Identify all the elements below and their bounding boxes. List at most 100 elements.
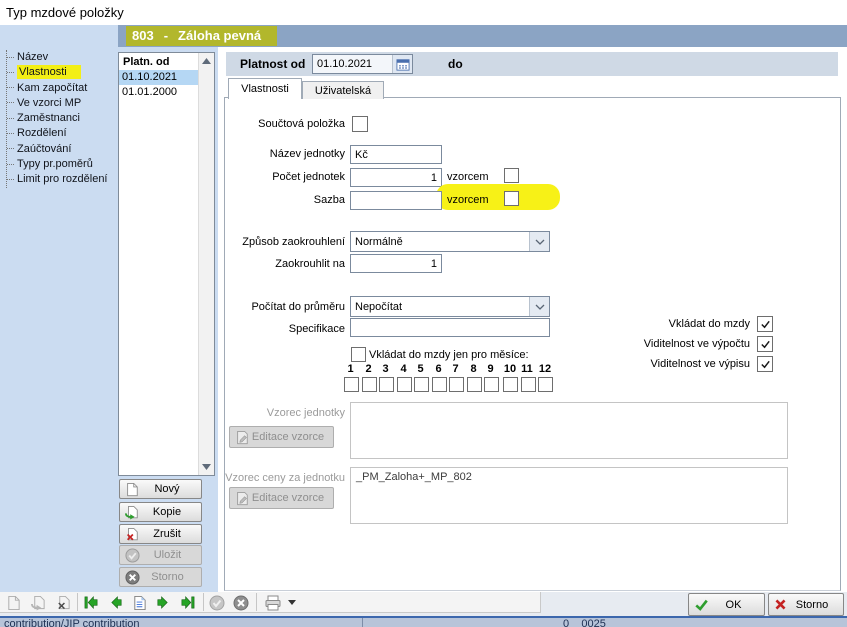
month-checkbox-8[interactable] [467, 377, 482, 392]
edit-unit-formula-button: Editace vzorce [229, 426, 334, 448]
status-divider [362, 618, 363, 627]
unit-name-label: Název jednotky [220, 148, 345, 160]
visibility-report-checkbox[interactable] [757, 356, 773, 372]
sidebar-item-ve-vzorci-mp[interactable]: Ve vzorci MP [7, 96, 108, 111]
rounding-method-value: Normálně [351, 236, 529, 248]
visibility-calc-label: Viditelnost ve výpočtu [560, 338, 750, 350]
month-number: 7 [449, 363, 462, 375]
unit-count-field[interactable]: 1 [350, 168, 442, 187]
ok-button[interactable]: OK [688, 593, 765, 616]
last-record-icon[interactable] [177, 594, 197, 611]
insert-into-wage-label: Vkládat do mzdy [560, 318, 750, 330]
validity-from-field[interactable]: 01.10.2021 [312, 54, 413, 74]
month-checkbox-9[interactable] [484, 377, 499, 392]
delete-record-button[interactable]: Zrušit [119, 524, 202, 544]
next-record-icon[interactable] [152, 594, 172, 611]
sidebar-item-limit-pro-rozdeleni[interactable]: Limit pro rozdělení [7, 172, 108, 187]
month-checkbox-4[interactable] [397, 377, 412, 392]
validity-to-label: do [448, 57, 463, 71]
month-checkbox-2[interactable] [362, 377, 377, 392]
month-checkbox-10[interactable] [503, 377, 518, 392]
check-icon [760, 339, 771, 350]
previous-record-icon[interactable] [106, 594, 126, 611]
insert-into-wage-checkbox[interactable] [757, 316, 773, 332]
sidebar-item-zamestnanci[interactable]: Zaměstnanci [7, 111, 108, 126]
chevron-down-icon[interactable] [529, 232, 549, 251]
delete-record-label: Zrušit [139, 528, 201, 540]
tab-uzivatelska[interactable]: Uživatelská [302, 81, 384, 99]
copy-record-button[interactable]: Kopie [119, 502, 202, 522]
sidebar-item-rozdeleni[interactable]: Rozdělení [7, 126, 108, 141]
visibility-report-label: Viditelnost ve výpisu [560, 358, 750, 370]
print-icon[interactable] [262, 594, 284, 611]
storno-button[interactable]: Storno [768, 593, 844, 616]
edit-price-formula-button: Editace vzorce [229, 487, 334, 509]
save-record-label: Uložit [140, 549, 201, 561]
delete-icon [125, 527, 139, 542]
months-only-checkbox[interactable] [351, 347, 366, 362]
unit-count-formula-checkbox[interactable] [504, 168, 519, 183]
edit-unit-formula-label: Editace vzorce [249, 431, 333, 443]
tab-vlastnosti[interactable]: Vlastnosti [228, 78, 302, 99]
month-checkbox-3[interactable] [379, 377, 394, 392]
average-label: Počítat do průměru [220, 301, 345, 313]
rate-formula-checkbox[interactable] [504, 191, 519, 206]
status-right-text: 0 0025 [563, 618, 606, 627]
print-dropdown-caret-icon[interactable] [286, 594, 298, 611]
round-to-field[interactable]: 1 [350, 254, 442, 273]
storno-x-icon [774, 598, 787, 611]
month-checkbox-7[interactable] [449, 377, 464, 392]
record-id: 803 [132, 28, 154, 43]
unit-name-field[interactable]: Kč [350, 145, 442, 164]
price-formula-box[interactable]: _PM_Zaloha+_MP_802 [350, 467, 788, 524]
record-header-bar: 803-Záloha pevná [118, 25, 847, 47]
sidebar-item-vlastnosti[interactable]: Vlastnosti [7, 65, 108, 80]
scroll-down-icon[interactable] [199, 459, 214, 475]
unit-formula-label: Vzorec jednotky [215, 407, 345, 419]
month-number: 12 [537, 363, 553, 375]
rounding-method-select[interactable]: Normálně [350, 231, 550, 252]
month-checkbox-12[interactable] [538, 377, 553, 392]
visibility-calc-checkbox[interactable] [757, 336, 773, 352]
wage-item-type-window: Typ mzdové položky 803-Záloha pevná Náze… [0, 0, 847, 627]
month-checkbox-11[interactable] [521, 377, 536, 392]
unit-formula-box[interactable] [350, 402, 788, 459]
month-number: 6 [432, 363, 445, 375]
month-checkbox-1[interactable] [344, 377, 359, 392]
validity-list-scrollbar[interactable] [198, 53, 214, 475]
sidebar-item-nazev[interactable]: Název [7, 50, 108, 65]
average-select[interactable]: Nepočítat [350, 296, 550, 317]
delete-icon [53, 594, 73, 611]
new-record-label: Nový [139, 483, 201, 495]
first-record-icon[interactable] [81, 594, 101, 611]
sidebar-item-zauctovani[interactable]: Zaúčtování [7, 142, 108, 157]
calendar-icon[interactable] [392, 55, 412, 73]
chevron-down-icon[interactable] [529, 297, 549, 316]
validity-list-row-selected[interactable]: 01.10.2021 [119, 70, 200, 85]
ok-check-icon [694, 598, 709, 612]
month-number: 8 [467, 363, 480, 375]
edit-price-formula-label: Editace vzorce [249, 492, 333, 504]
sidebar-item-typy-pr-pomeru[interactable]: Typy pr.poměrů [7, 157, 108, 172]
unit-count-label: Počet jednotek [220, 171, 345, 183]
browse-icon[interactable] [129, 594, 149, 611]
month-number: 5 [414, 363, 427, 375]
save-record-button: Uložit [119, 545, 202, 565]
record-separator: - [164, 28, 168, 43]
month-number: 1 [344, 363, 357, 375]
new-record-button[interactable]: Nový [119, 479, 202, 499]
month-checkbox-5[interactable] [414, 377, 429, 392]
sum-item-checkbox[interactable] [352, 116, 368, 132]
scroll-up-icon[interactable] [199, 53, 214, 69]
rounding-method-label: Způsob zaokrouhlení [220, 236, 345, 248]
rate-field[interactable] [350, 191, 442, 210]
months-only-label: Vkládat do mzdy jen pro měsíce: [369, 349, 529, 361]
sidebar-item-kam-zapocitat[interactable]: Kam započítat [7, 81, 108, 96]
month-checkbox-6[interactable] [432, 377, 447, 392]
status-bar: contribution/JIP contribution 0 0025 [0, 616, 847, 627]
specification-field[interactable] [350, 318, 550, 337]
month-number: 2 [362, 363, 375, 375]
month-number: 10 [502, 363, 518, 375]
validity-list-row[interactable]: 01.01.2000 [119, 85, 200, 100]
month-number: 11 [519, 363, 535, 375]
